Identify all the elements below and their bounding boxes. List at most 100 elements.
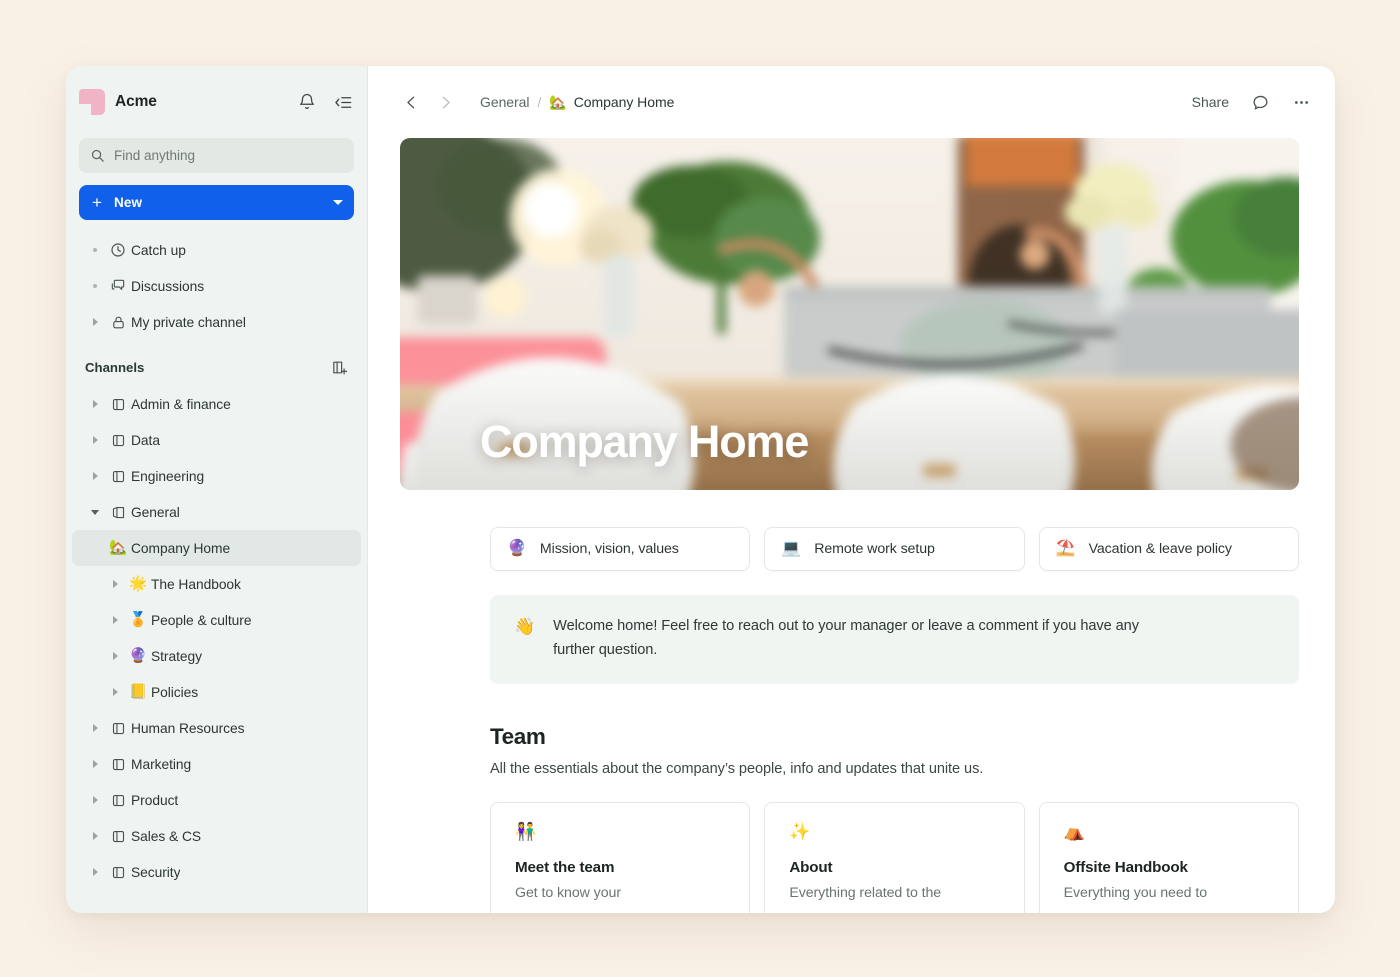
sidebar-item-label: Product (131, 792, 179, 808)
more-options-icon[interactable] (1292, 93, 1311, 112)
house-with-garden-emoji-icon: 🏡 (108, 539, 128, 556)
chevron-down-icon[interactable] (85, 509, 105, 515)
quick-link-remote-work-setup[interactable]: 💻 Remote work setup (764, 527, 1025, 571)
clock-icon (105, 242, 131, 258)
search-bar[interactable] (79, 138, 354, 173)
breadcrumb-current[interactable]: 🏡 Company Home (549, 94, 674, 111)
sidebar-header: Acme (66, 66, 367, 138)
sidebar: Acme Find anything + New Catch up Discus… (66, 66, 368, 913)
sidebar-item-security[interactable]: Security (72, 854, 361, 890)
sidebar-item-marketing[interactable]: Marketing (72, 746, 361, 782)
lock-icon (105, 315, 131, 330)
app-window: Acme Find anything + New Catch up Discus… (66, 66, 1335, 913)
team-cards-row: 👫 Meet the team Get to know your ✨ About… (490, 801, 1299, 913)
sidebar-item-label: Sales & CS (131, 828, 202, 844)
sidebar-item-sales-cs[interactable]: Sales & CS (72, 818, 361, 854)
new-button[interactable]: + New (79, 185, 354, 220)
breadcrumb-parent[interactable]: General (480, 94, 530, 110)
sidebar-item-label: People & culture (151, 612, 252, 628)
two-people-emoji-icon: 👫 (515, 821, 537, 841)
team-card-title: About (789, 858, 833, 876)
sidebar-item-label: My private channel (131, 314, 246, 330)
team-card-about[interactable]: ✨ About Everything related to the (764, 801, 1025, 913)
team-card-title: Meet the team (515, 858, 615, 876)
sidebar-item-people-culture[interactable]: 🏅 People & culture (72, 602, 361, 638)
sidebar-item-policies[interactable]: 📒 Policies (72, 674, 361, 710)
plus-icon: + (92, 193, 102, 212)
chevron-right-icon[interactable] (105, 688, 125, 696)
channel-icon (105, 865, 131, 880)
chevron-right-icon[interactable] (105, 580, 125, 588)
sidebar-item-data[interactable]: Data (72, 422, 361, 458)
sidebar-item-the-handbook[interactable]: 🌟 The Handbook (72, 566, 361, 602)
breadcrumb-separator: / (537, 94, 542, 110)
quick-link-label: Remote work setup (814, 541, 935, 557)
sidebar-item-label: Catch up (131, 242, 186, 258)
tent-emoji-icon: ⛺ (1063, 821, 1085, 841)
chevron-right-icon[interactable] (85, 760, 105, 768)
chevron-right-icon[interactable] (105, 616, 125, 624)
sidebar-header-actions (297, 92, 353, 112)
acme-logo-icon[interactable] (79, 89, 105, 115)
team-card-meet-the-team[interactable]: 👫 Meet the team Get to know your (490, 801, 751, 913)
breadcrumb-current-label: Company Home (573, 94, 675, 110)
share-button[interactable]: Share (1192, 94, 1229, 110)
add-channel-icon[interactable] (331, 359, 348, 376)
sidebar-item-discussions[interactable]: Discussions (72, 268, 361, 304)
comment-icon[interactable] (1251, 93, 1270, 112)
sidebar-item-human-resources[interactable]: Human Resources (72, 710, 361, 746)
chevron-right-icon[interactable] (85, 472, 105, 480)
hero-title: Company Home (480, 416, 809, 467)
welcome-callout-text: Welcome home! Feel free to reach out to … (553, 618, 1139, 658)
chevron-right-icon[interactable] (432, 89, 458, 115)
chevron-left-icon[interactable] (398, 89, 424, 115)
sidebar-item-engineering[interactable]: Engineering (72, 458, 361, 494)
chevron-right-icon[interactable] (85, 832, 105, 840)
workspace-name: Acme (115, 93, 157, 110)
quick-link-vacation-leave-policy[interactable]: ⛱️ Vacation & leave policy (1038, 527, 1299, 571)
crystal-ball-emoji-icon: 🔮 (507, 540, 527, 557)
sidebar-item-label: Data (131, 432, 160, 448)
chevron-right-icon[interactable] (85, 318, 105, 326)
collapse-sidebar-icon[interactable] (333, 92, 353, 112)
laptop-emoji-icon: 💻 (781, 540, 802, 557)
chevron-right-icon[interactable] (85, 400, 105, 408)
channel-icon (105, 829, 131, 844)
chevron-right-icon[interactable] (85, 868, 105, 876)
team-card-description: Everything related to the (789, 884, 942, 901)
sidebar-item-my-private-channel[interactable]: My private channel (72, 304, 361, 340)
sidebar-item-admin-finance[interactable]: Admin & finance (72, 386, 361, 422)
sidebar-item-catch-up[interactable]: Catch up (72, 232, 361, 268)
bell-icon[interactable] (297, 92, 317, 112)
sidebar-item-company-home[interactable]: 🏡 Company Home (72, 530, 361, 566)
ledger-emoji-icon: 📒 (128, 683, 148, 700)
chevron-right-icon[interactable] (85, 436, 105, 444)
sidebar-nav: Catch up Discussions My private channel … (66, 220, 367, 913)
sidebar-item-label: Engineering (131, 468, 205, 484)
quick-link-mission-vision-values[interactable]: 🔮 Mission, vision, values (490, 527, 751, 571)
sidebar-item-label: Company Home (131, 540, 231, 556)
channel-icon (105, 757, 131, 772)
chevron-right-icon[interactable] (105, 652, 125, 660)
chevron-right-icon[interactable] (85, 724, 105, 732)
star-emoji-icon: 🌟 (128, 575, 148, 592)
team-card-offsite-handbook[interactable]: ⛺ Offsite Handbook Everything you need t… (1038, 801, 1299, 913)
sidebar-item-label: Policies (151, 684, 199, 700)
sidebar-item-product[interactable]: Product (72, 782, 361, 818)
sidebar-item-label: Discussions (131, 278, 205, 294)
channel-icon (105, 469, 131, 484)
crystal-ball-emoji-icon: 🔮 (128, 647, 148, 664)
chevron-right-icon[interactable] (85, 796, 105, 804)
search-icon (90, 148, 105, 163)
sidebar-item-label: The Handbook (151, 576, 241, 592)
sidebar-item-general[interactable]: General (72, 494, 361, 530)
sidebar-item-strategy[interactable]: 🔮 Strategy (72, 638, 361, 674)
search-input[interactable] (114, 148, 343, 163)
team-section-title: Team (490, 723, 546, 749)
channel-icon (105, 793, 131, 808)
sidebar-item-label: Human Resources (131, 720, 245, 736)
main-content: General / 🏡 Company Home Share Company H… (368, 66, 1335, 913)
sidebar-item-label: General (131, 504, 180, 520)
topbar-actions: Share (1192, 93, 1311, 112)
chevron-down-icon[interactable] (333, 200, 343, 205)
